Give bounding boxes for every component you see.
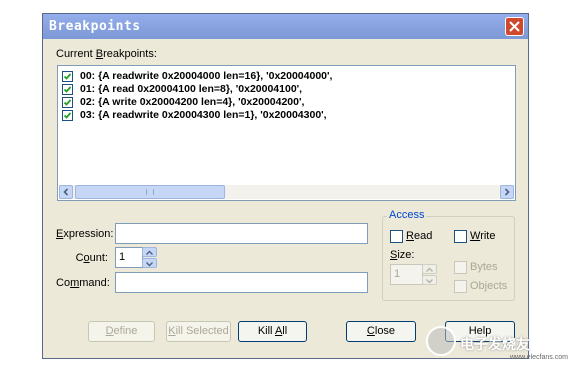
write-label: Write xyxy=(470,230,496,242)
size-spinner[interactable] xyxy=(422,264,437,285)
title-bar[interactable]: Breakpoints xyxy=(43,14,528,39)
size-label: Size: xyxy=(390,249,415,261)
objects-checkbox-box xyxy=(454,280,467,293)
breakpoint-checkbox[interactable] xyxy=(62,110,73,121)
breakpoint-text: 01: {A read 0x20004100 len=8}, '0x200041… xyxy=(80,83,303,95)
arrow-right-icon xyxy=(504,188,510,196)
read-checkbox-box xyxy=(390,230,403,243)
scroll-left-button[interactable] xyxy=(59,185,73,199)
count-input[interactable]: 1 xyxy=(115,247,143,268)
command-input[interactable] xyxy=(115,272,368,293)
horizontal-scrollbar[interactable] xyxy=(59,185,514,199)
arrow-down-icon xyxy=(426,279,433,284)
breakpoints-dialog: Breakpoints Current Breakpoints: 00: {A … xyxy=(42,13,529,359)
scroll-thumb[interactable] xyxy=(75,185,225,199)
watermark-text: 电子发烧友 xyxy=(460,336,530,352)
size-spin-up-button[interactable] xyxy=(422,264,437,274)
kill-selected-button[interactable]: Kill Selected xyxy=(166,321,231,342)
count-spinner[interactable] xyxy=(142,247,157,268)
kill-all-button[interactable]: Kill All xyxy=(238,321,307,342)
arrow-up-icon xyxy=(146,250,153,255)
breakpoint-checkbox[interactable] xyxy=(62,84,73,95)
checkmark-icon xyxy=(63,73,72,80)
current-breakpoints-label: Current Breakpoints: xyxy=(56,48,157,60)
checkmark-icon xyxy=(63,112,72,119)
spin-down-button[interactable] xyxy=(142,258,157,268)
size-spin-down-button[interactable] xyxy=(422,275,437,285)
objects-label: Objects xyxy=(470,280,508,292)
access-group-title: Access xyxy=(387,209,427,221)
spin-up-button[interactable] xyxy=(142,247,157,257)
grip-icon xyxy=(146,189,154,195)
breakpoint-text: 02: {A write 0x20004200 len=4}, '0x20004… xyxy=(80,96,305,108)
breakpoint-text: 03: {A readwrite 0x20004300 len=1}, '0x2… xyxy=(80,109,327,121)
breakpoint-checkbox[interactable] xyxy=(62,97,73,108)
write-checkbox-box xyxy=(454,230,467,243)
bytes-label: Bytes xyxy=(470,261,498,273)
arrow-left-icon xyxy=(63,188,69,196)
close-button[interactable]: Close xyxy=(346,321,416,342)
breakpoint-text: 00: {A readwrite 0x20004000 len=16}, '0x… xyxy=(80,70,333,82)
command-label: Command: xyxy=(56,277,110,289)
checkmark-icon xyxy=(63,99,72,106)
close-icon xyxy=(509,21,520,32)
define-button[interactable]: Define xyxy=(88,321,155,342)
size-input[interactable]: 1 xyxy=(390,264,423,285)
breakpoints-list[interactable]: 00: {A readwrite 0x20004000 len=16}, '0x… xyxy=(57,65,516,201)
checkmark-icon xyxy=(63,86,72,93)
expression-label: Expression: xyxy=(56,228,114,240)
dialog-title: Breakpoints xyxy=(49,19,141,34)
scroll-right-button[interactable] xyxy=(500,185,514,199)
close-window-button[interactable] xyxy=(505,17,524,36)
read-label: Read xyxy=(406,230,433,242)
watermark-url: www.elecfans.com xyxy=(510,354,568,361)
watermark: 电子发烧友 www.elecfans.com xyxy=(420,322,570,362)
watermark-logo-icon xyxy=(426,326,456,356)
bytes-checkbox-box xyxy=(454,261,467,274)
expression-input[interactable] xyxy=(115,223,368,244)
arrow-down-icon xyxy=(146,262,153,267)
breakpoint-checkbox[interactable] xyxy=(62,71,73,82)
count-label: Count: xyxy=(75,252,108,264)
arrow-up-icon xyxy=(426,267,433,272)
